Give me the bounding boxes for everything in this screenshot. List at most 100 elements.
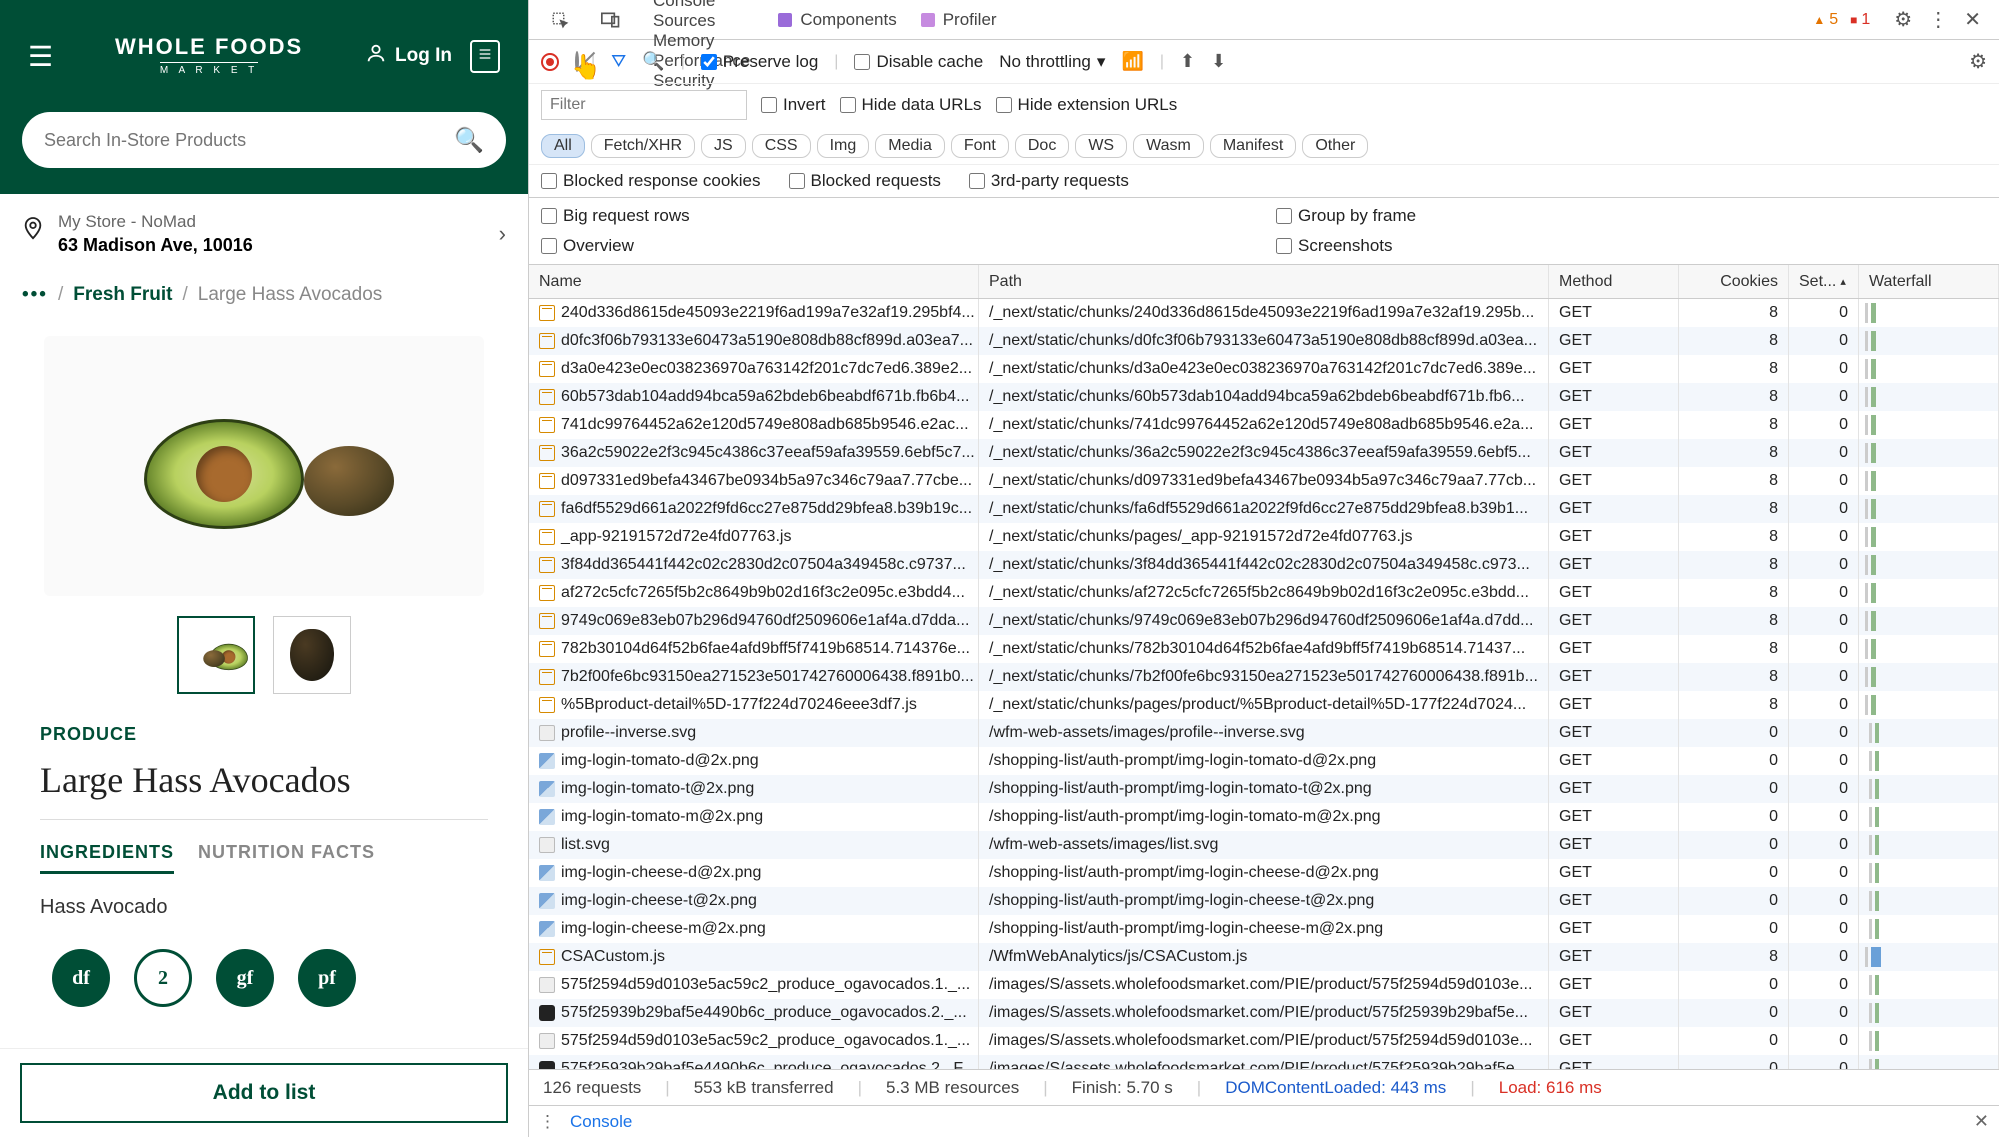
tab-nutrition[interactable]: NUTRITION FACTS (198, 842, 375, 874)
network-row[interactable]: d097331ed9befa43467be0934b5a97c346c79aa7… (529, 467, 1999, 495)
hamburger-menu-icon[interactable]: ☰ (28, 40, 53, 73)
col-waterfall[interactable]: Waterfall (1859, 265, 1999, 298)
filter-chip-wasm[interactable]: Wasm (1133, 134, 1204, 158)
filter-chip-js[interactable]: JS (701, 134, 746, 158)
filter-chip-media[interactable]: Media (875, 134, 945, 158)
filter-input[interactable] (541, 90, 747, 120)
filter-chip-css[interactable]: CSS (752, 134, 811, 158)
col-cookies[interactable]: Cookies (1679, 265, 1789, 298)
network-row[interactable]: 60b573dab104add94bca59a62bdeb6beabdf671b… (529, 383, 1999, 411)
screenshots-checkbox[interactable]: Screenshots (1276, 236, 1987, 256)
search-icon[interactable]: 🔍 (642, 51, 664, 72)
devtools-tab-console[interactable]: Console (639, 0, 764, 11)
drawer-menu-icon[interactable]: ⋮ (539, 1112, 556, 1132)
search-bar[interactable]: 🔍 (22, 112, 506, 168)
inspect-element-icon[interactable] (537, 0, 583, 39)
invert-checkbox[interactable]: Invert (761, 95, 826, 115)
device-toolbar-icon[interactable] (587, 0, 635, 39)
plugin-profiler[interactable]: Profiler (911, 10, 1007, 30)
breadcrumb-link[interactable]: Fresh Fruit (73, 284, 172, 306)
disable-cache-checkbox[interactable]: Disable cache (854, 52, 983, 72)
network-row[interactable]: 36a2c59022e2f3c945c4386c37eeaf59afa39559… (529, 439, 1999, 467)
network-row[interactable]: img-login-cheese-d@2x.png/shopping-list/… (529, 859, 1999, 887)
col-set-cookies[interactable]: Set... (1789, 265, 1859, 298)
search-icon[interactable]: 🔍 (454, 126, 484, 155)
hide-data-urls-checkbox[interactable]: Hide data URLs (840, 95, 982, 115)
tab-ingredients[interactable]: INGREDIENTS (40, 842, 174, 874)
settings-gear-icon[interactable]: ⚙ (1894, 7, 1912, 32)
network-row[interactable]: profile--inverse.svg/wfm-web-assets/imag… (529, 719, 1999, 747)
col-method[interactable]: Method (1549, 265, 1679, 298)
network-table-body[interactable]: 240d336d8615de45093e2219f6ad199a7e32af19… (529, 299, 1999, 1069)
network-row[interactable]: fa6df5529d661a2022f9fd6cc27e875dd29bfea8… (529, 495, 1999, 523)
hide-extension-urls-checkbox[interactable]: Hide extension URLs (996, 95, 1178, 115)
network-row[interactable]: img-login-cheese-t@2x.png/shopping-list/… (529, 887, 1999, 915)
network-settings-icon[interactable]: ⚙ (1969, 49, 1987, 74)
plugin-components[interactable]: Components (768, 10, 906, 30)
blocked-requests-checkbox[interactable]: Blocked requests (789, 171, 941, 191)
group-by-frame-checkbox[interactable]: Group by frame (1276, 206, 1987, 226)
store-selector[interactable]: My Store - NoMad 63 Madison Ave, 10016 › (0, 194, 528, 274)
network-row[interactable]: d3a0e423e0ec038236970a763142f201c7dc7ed6… (529, 355, 1999, 383)
filter-chip-img[interactable]: Img (817, 134, 870, 158)
thumbnail-1[interactable] (177, 616, 255, 694)
shopping-list-icon[interactable] (470, 40, 500, 73)
request-method: GET (1559, 1004, 1592, 1022)
network-row[interactable]: d0fc3f06b793133e60473a5190e808db88cf899d… (529, 327, 1999, 355)
filter-chip-font[interactable]: Font (951, 134, 1009, 158)
network-row[interactable]: 575f2594d59d0103e5ac59c2_produce_ogavoca… (529, 971, 1999, 999)
throttling-select[interactable]: No throttling (999, 52, 1105, 72)
network-row[interactable]: 782b30104d64f52b6fae4afd9bff5f7419b68514… (529, 635, 1999, 663)
devtools-tab-sources[interactable]: Sources (639, 11, 764, 31)
network-row[interactable]: 575f2594d59d0103e5ac59c2_produce_ogavoca… (529, 1027, 1999, 1055)
network-conditions-icon[interactable]: 📶 (1121, 51, 1143, 72)
filter-chip-manifest[interactable]: Manifest (1210, 134, 1296, 158)
request-set-cookies: 0 (1839, 948, 1848, 966)
drawer-close-icon[interactable]: ✕ (1974, 1111, 1989, 1132)
overview-checkbox[interactable]: Overview (541, 236, 1252, 256)
login-button[interactable]: Log In (365, 42, 452, 70)
network-row[interactable]: img-login-tomato-d@2x.png/shopping-list/… (529, 747, 1999, 775)
import-har-icon[interactable]: ⬆ (1180, 51, 1195, 72)
network-row[interactable]: 575f25939b29baf5e4490b6c_produce_ogavoca… (529, 1055, 1999, 1069)
network-row[interactable]: 3f84dd365441f442c02c2830d2c07504a349458c… (529, 551, 1999, 579)
blocked-response-cookies-checkbox[interactable]: Blocked response cookies (541, 171, 761, 191)
drawer-console-tab[interactable]: Console (570, 1112, 632, 1132)
network-row[interactable]: list.svg/wfm-web-assets/images/list.svgG… (529, 831, 1999, 859)
filter-funnel-icon[interactable]: ⛛ (611, 51, 626, 72)
network-row[interactable]: 575f25939b29baf5e4490b6c_produce_ogavoca… (529, 999, 1999, 1027)
network-row[interactable]: 741dc99764452a62e120d5749e808adb685b9546… (529, 411, 1999, 439)
thumbnail-2[interactable] (273, 616, 351, 694)
network-row[interactable]: %5Bproduct-detail%5D-177f224d70246eee3df… (529, 691, 1999, 719)
filter-chip-other[interactable]: Other (1302, 134, 1368, 158)
search-input[interactable] (44, 130, 454, 151)
network-row[interactable]: img-login-tomato-t@2x.png/shopping-list/… (529, 775, 1999, 803)
kebab-menu-icon[interactable]: ⋮ (1928, 7, 1948, 32)
close-devtools-icon[interactable]: ✕ (1964, 7, 1981, 32)
network-row[interactable]: _app-92191572d72e4fd07763.js/_next/stati… (529, 523, 1999, 551)
brand-logo[interactable]: WHOLE FOODS M A R K E T (115, 34, 303, 78)
breadcrumb-more[interactable]: ••• (22, 284, 48, 306)
warnings-count[interactable]: 5 (1813, 11, 1838, 29)
network-row[interactable]: 9749c069e83eb07b296d94760df2509606e1af4a… (529, 607, 1999, 635)
export-har-icon[interactable]: ⬇ (1211, 51, 1226, 72)
filter-chip-doc[interactable]: Doc (1015, 134, 1069, 158)
big-request-rows-checkbox[interactable]: Big request rows (541, 206, 1252, 226)
third-party-requests-checkbox[interactable]: 3rd-party requests (969, 171, 1129, 191)
product-category: PRODUCE (40, 724, 488, 745)
preserve-log-checkbox[interactable]: Preserve log (701, 52, 818, 72)
errors-count[interactable]: 1 (1850, 11, 1870, 29)
network-row[interactable]: img-login-cheese-m@2x.png/shopping-list/… (529, 915, 1999, 943)
col-name[interactable]: Name (529, 265, 979, 298)
record-icon[interactable] (541, 53, 559, 71)
filter-chip-all[interactable]: All (541, 134, 585, 158)
network-row[interactable]: 240d336d8615de45093e2219f6ad199a7e32af19… (529, 299, 1999, 327)
network-row[interactable]: img-login-tomato-m@2x.png/shopping-list/… (529, 803, 1999, 831)
network-row[interactable]: CSACustom.js/WfmWebAnalytics/js/CSACusto… (529, 943, 1999, 971)
filter-chip-ws[interactable]: WS (1075, 134, 1127, 158)
add-to-list-button[interactable]: Add to list (20, 1063, 508, 1123)
filter-chip-fetchxhr[interactable]: Fetch/XHR (591, 134, 695, 158)
network-row[interactable]: af272c5cfc7265f5b2c8649b9b02d16f3c2e095c… (529, 579, 1999, 607)
network-row[interactable]: 7b2f00fe6bc93150ea271523e501742760006438… (529, 663, 1999, 691)
col-path[interactable]: Path (979, 265, 1549, 298)
